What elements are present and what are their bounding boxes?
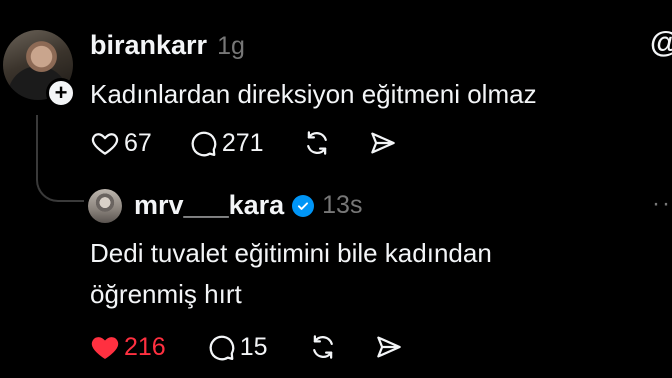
threads-logo-icon: @	[650, 26, 672, 60]
reply-avatar[interactable]	[88, 189, 122, 223]
share-button[interactable]	[368, 128, 398, 158]
reply-comment-button[interactable]: 15	[206, 332, 268, 362]
reply-header: mrv___kara 13s	[134, 190, 362, 221]
share-icon	[376, 336, 401, 358]
follow-plus-icon[interactable]: +	[46, 78, 76, 108]
repost-button[interactable]	[302, 128, 332, 158]
post-time: 1g	[217, 32, 245, 60]
more-icon[interactable]: ··	[652, 190, 672, 218]
thread-connector	[36, 115, 84, 202]
reply-share-button[interactable]	[374, 332, 404, 362]
like-button[interactable]: 67	[90, 128, 152, 158]
reply-text-line2: öğrenmiş hırt	[90, 279, 242, 309]
repost-icon	[312, 335, 333, 359]
like-count: 67	[124, 128, 152, 157]
reply-like-button[interactable]: 216	[90, 332, 166, 362]
reply-repost-button[interactable]	[308, 332, 338, 362]
reply-actions: 216 15	[90, 332, 404, 362]
verified-badge-icon	[292, 194, 315, 217]
reply-text-line1: Dedi tuvalet eğitimini bile kadından	[90, 238, 492, 268]
post-text: Kadınlardan direksiyon eğitmeni olmaz	[90, 79, 537, 109]
comment-icon	[209, 335, 235, 361]
reply-time: 13s	[322, 191, 363, 219]
reply-text: Dedi tuvalet eğitimini bile kadından öğr…	[90, 235, 492, 313]
heart-icon	[91, 133, 119, 155]
heart-filled-icon	[91, 337, 119, 359]
post-header: birankarr 1g	[90, 30, 245, 61]
reply-like-count: 216	[124, 332, 166, 361]
reply-comment-count: 15	[239, 332, 268, 361]
post-actions: 67 271	[90, 128, 398, 158]
comment-button[interactable]: 271	[188, 128, 264, 158]
share-icon	[370, 132, 395, 154]
repost-icon	[306, 131, 327, 155]
comment-icon	[191, 131, 217, 157]
post-username[interactable]: birankarr	[90, 30, 207, 61]
reply-username[interactable]: mrv___kara	[134, 190, 284, 221]
comment-count: 271	[221, 128, 264, 157]
